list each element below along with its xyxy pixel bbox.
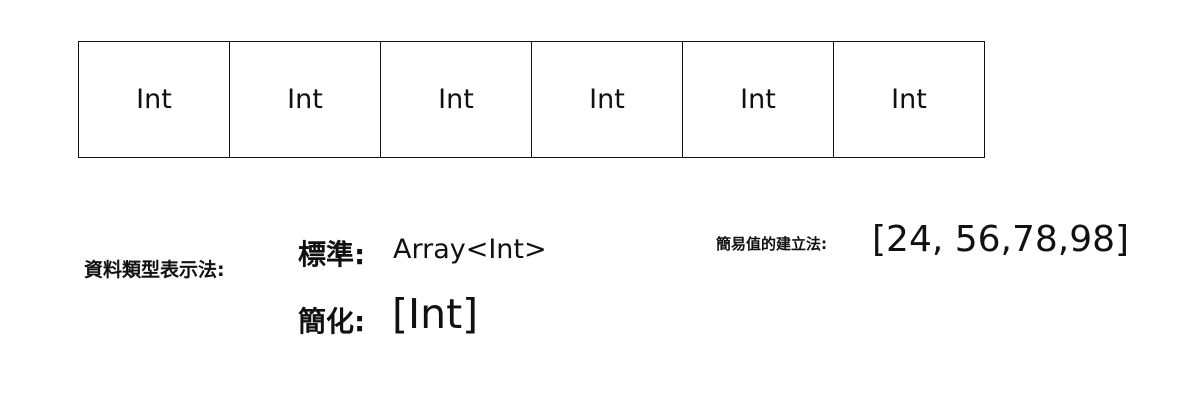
array-diagram: Int Int Int Int Int Int bbox=[78, 41, 985, 158]
standard-notation-label: 標準: bbox=[298, 238, 366, 271]
array-cell: Int bbox=[833, 41, 985, 158]
array-cell: Int bbox=[682, 41, 834, 158]
array-cell: Int bbox=[380, 41, 532, 158]
standard-notation-value: Array<Int> bbox=[393, 234, 547, 265]
literal-syntax-value: [24, 56,78,98] bbox=[872, 219, 1130, 260]
literal-syntax-label: 簡易值的建立法: bbox=[716, 235, 827, 253]
array-cell: Int bbox=[229, 41, 381, 158]
array-cell: Int bbox=[531, 41, 683, 158]
type-notation-label: 資料類型表示法: bbox=[84, 259, 225, 281]
shorthand-notation-value: [Int] bbox=[392, 290, 479, 338]
shorthand-notation-label: 簡化: bbox=[298, 305, 366, 338]
array-cell: Int bbox=[78, 41, 230, 158]
